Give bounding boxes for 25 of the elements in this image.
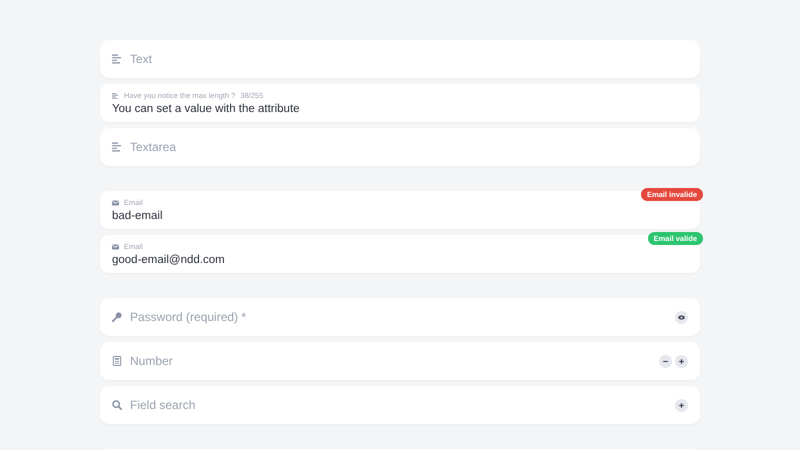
minus-icon[interactable] — [659, 354, 672, 368]
text-lines-icon — [112, 92, 119, 98]
field-value: bad-email — [112, 210, 164, 222]
envelope-icon — [112, 200, 119, 206]
plus-icon[interactable] — [675, 398, 688, 412]
plus-icon[interactable] — [675, 354, 688, 368]
eye-icon[interactable] — [675, 310, 688, 324]
field-placeholder: Textarea — [130, 140, 176, 154]
field-value: good-email@ndd.com — [112, 254, 226, 266]
input-field[interactable]: Number — [100, 342, 700, 380]
input-field[interactable]: Textarea — [100, 128, 700, 166]
text-lines-icon — [112, 54, 122, 64]
field-placeholder: Field search — [130, 398, 196, 412]
input-field[interactable]: Text — [100, 40, 700, 78]
envelope-icon — [112, 244, 119, 250]
field-placeholder: Number — [130, 354, 173, 368]
text-lines-icon — [112, 142, 122, 152]
field-value: You can set a value with the attribute — [112, 103, 301, 115]
input-field[interactable]: Password (required) * — [100, 298, 700, 336]
input-field[interactable]: Field search — [100, 386, 700, 424]
field-placeholder: Password (required) * — [130, 310, 246, 324]
calculator-icon — [112, 356, 122, 366]
field-placeholder: Text — [130, 52, 152, 66]
key-icon — [112, 312, 122, 322]
search-icon — [112, 400, 122, 410]
